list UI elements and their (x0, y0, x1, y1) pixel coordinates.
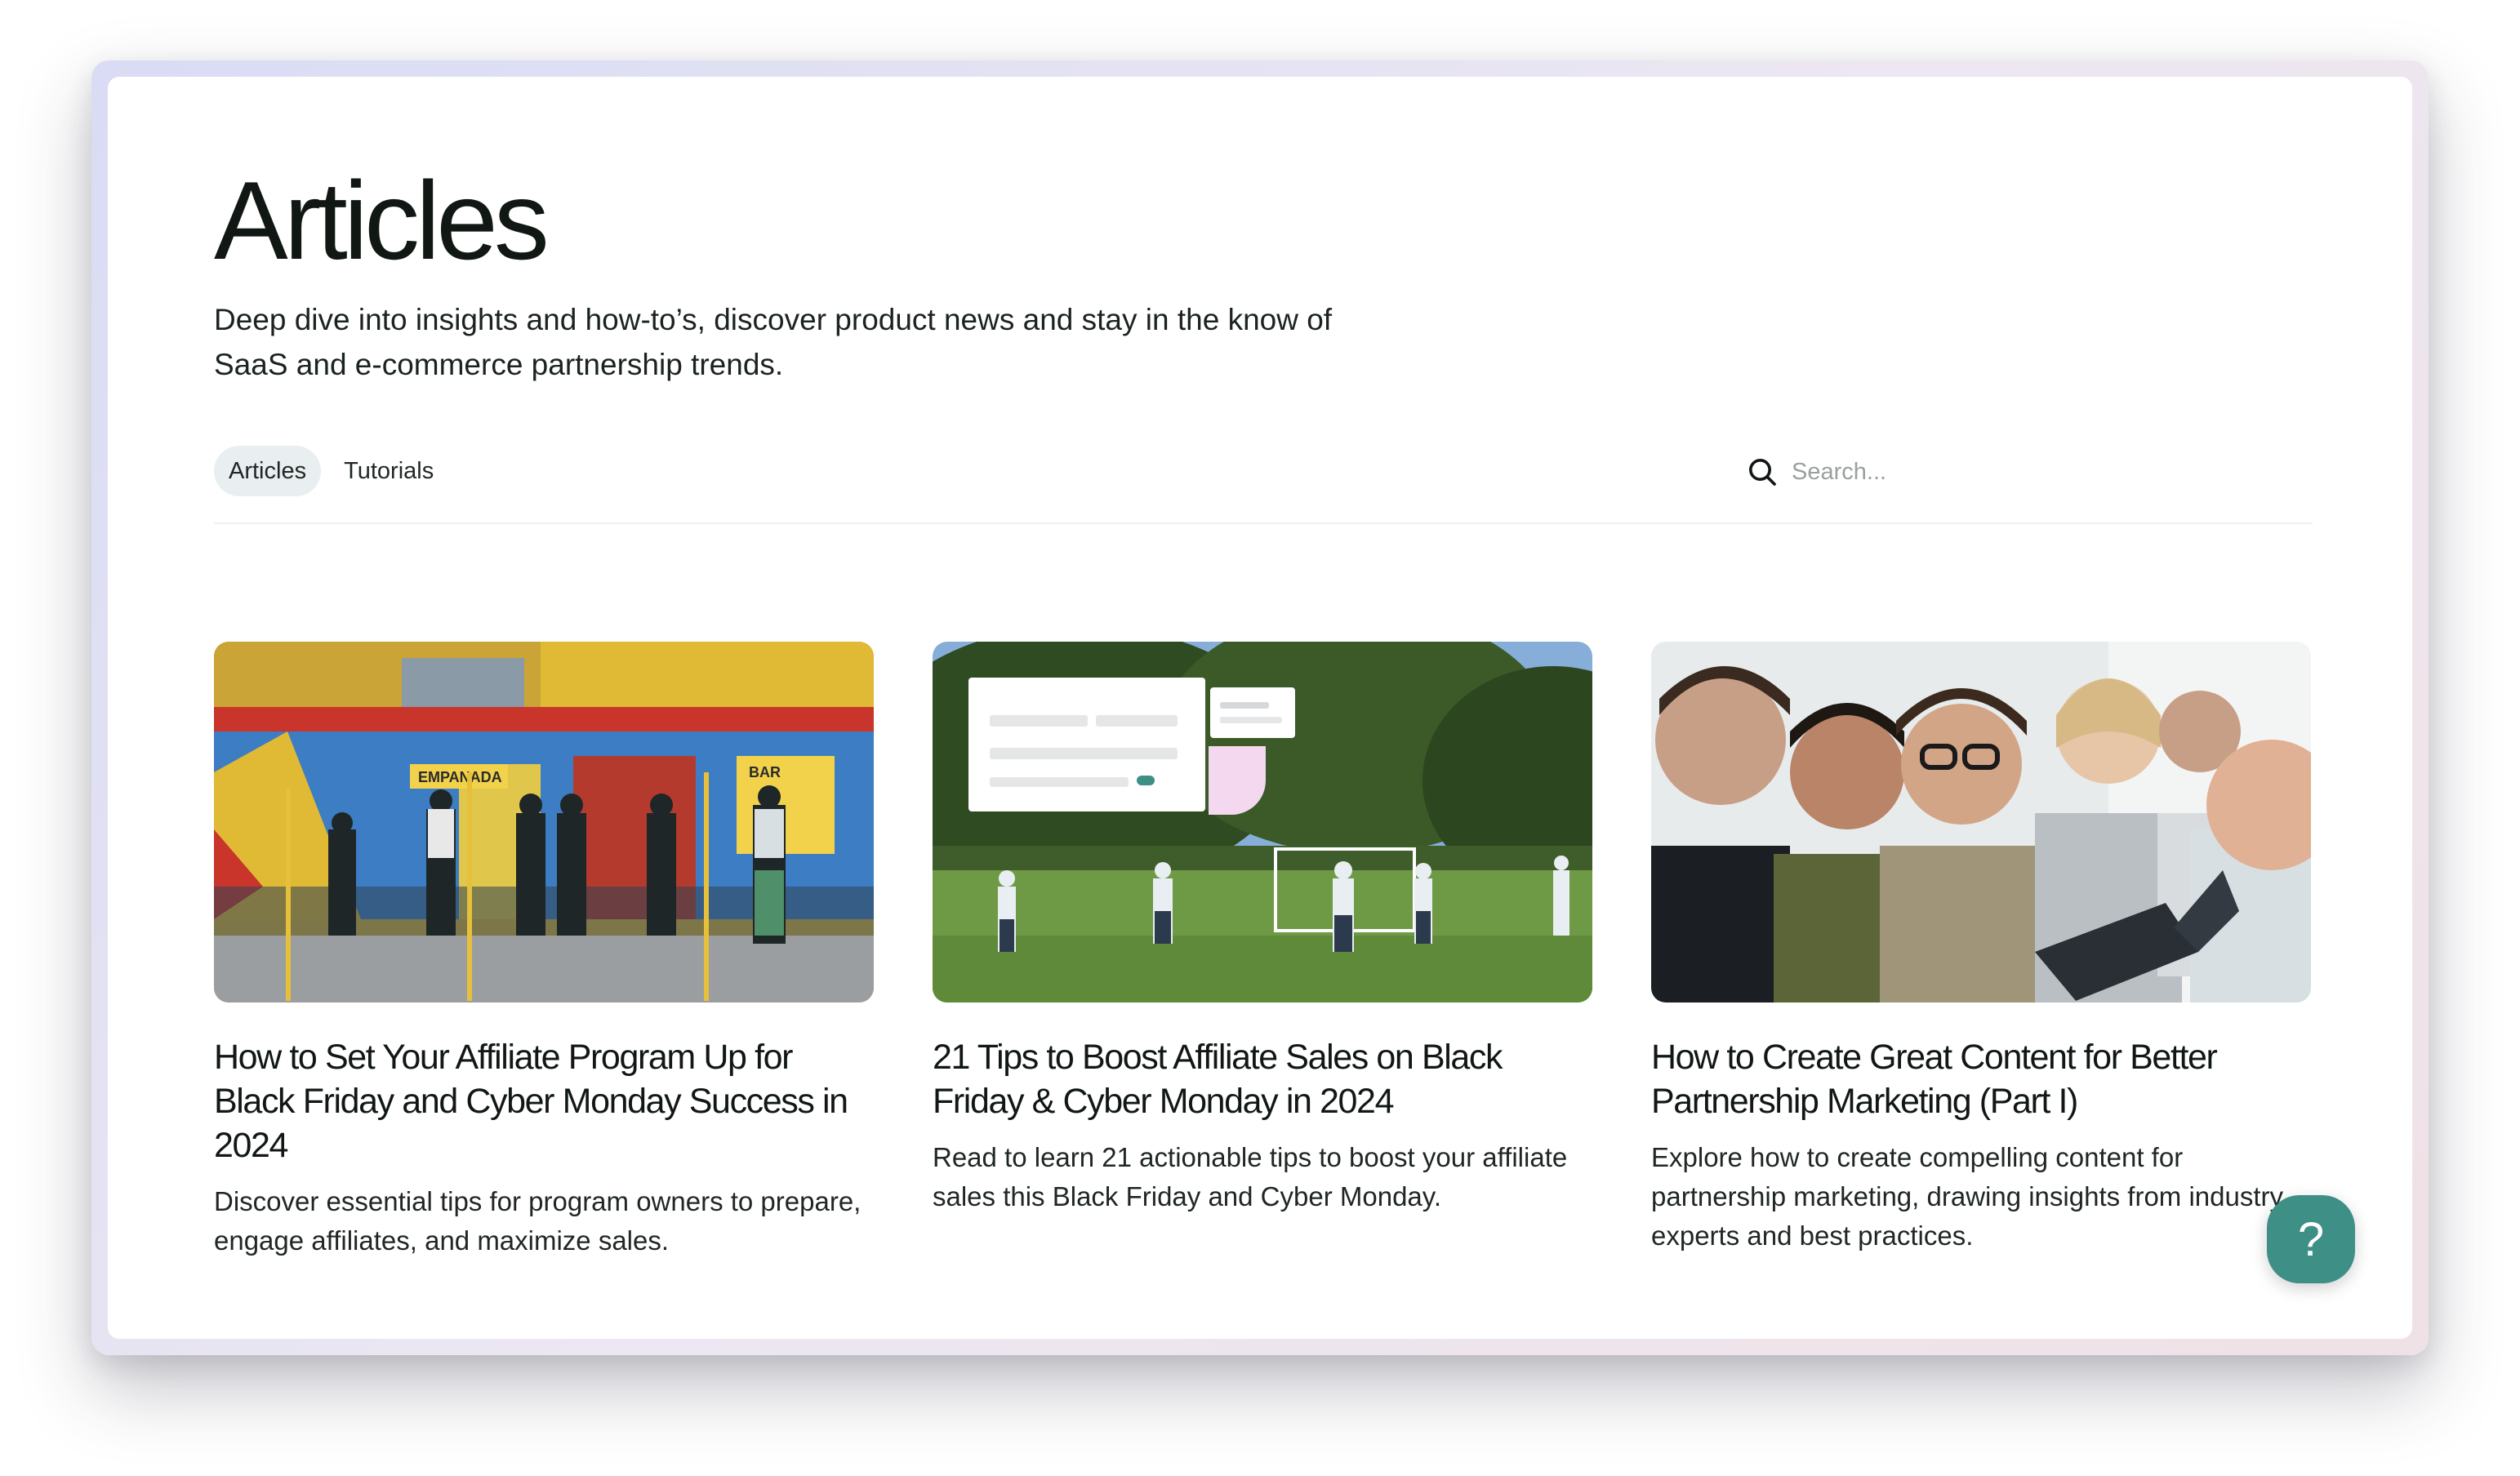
tab-tutorials[interactable]: Tutorials (329, 446, 448, 496)
article-title[interactable]: How to Set Your Affiliate Program Up for… (214, 1035, 874, 1167)
header-divider (214, 522, 2313, 524)
search-icon (1749, 459, 1776, 486)
article-image-football[interactable] (933, 642, 1592, 1003)
article-image-team[interactable] (1651, 642, 2311, 1003)
help-icon: ? (2297, 1212, 2325, 1266)
article-description: Discover essential tips for program owne… (214, 1186, 862, 1256)
article-description: Explore how to create compelling content… (1651, 1142, 2284, 1251)
article-card[interactable]: How to Create Great Content for Better P… (1651, 642, 2311, 1260)
article-description: Read to learn 21 actionable tips to boos… (933, 1142, 1568, 1211)
search-input[interactable] (1792, 458, 2282, 486)
tab-articles[interactable]: Articles (214, 446, 322, 496)
help-button[interactable]: ? (2267, 1195, 2355, 1283)
browser-window: Articles Deep dive into insights and how… (108, 77, 2412, 1339)
empanada-sign: EMPANADA (418, 769, 502, 785)
category-tabs: Articles Tutorials (214, 446, 448, 496)
article-title[interactable]: How to Create Great Content for Better P… (1651, 1035, 2311, 1123)
page-subtitle: Deep dive into insights and how-to’s, di… (214, 303, 1333, 381)
search-bar[interactable] (1746, 452, 2317, 491)
article-title[interactable]: 21 Tips to Boost Affiliate Sales on Blac… (933, 1035, 1592, 1123)
page-title: Articles (214, 158, 550, 282)
article-card[interactable]: 21 Tips to Boost Affiliate Sales on Blac… (933, 642, 1592, 1260)
article-card[interactable]: EMPANADA BAR How to Set Your Affiliate P… (214, 642, 874, 1260)
bar-sign: BAR (749, 764, 781, 780)
article-list: EMPANADA BAR How to Set Your Affiliate P… (214, 642, 2311, 1260)
article-image-storefront[interactable]: EMPANADA BAR (214, 642, 874, 1003)
